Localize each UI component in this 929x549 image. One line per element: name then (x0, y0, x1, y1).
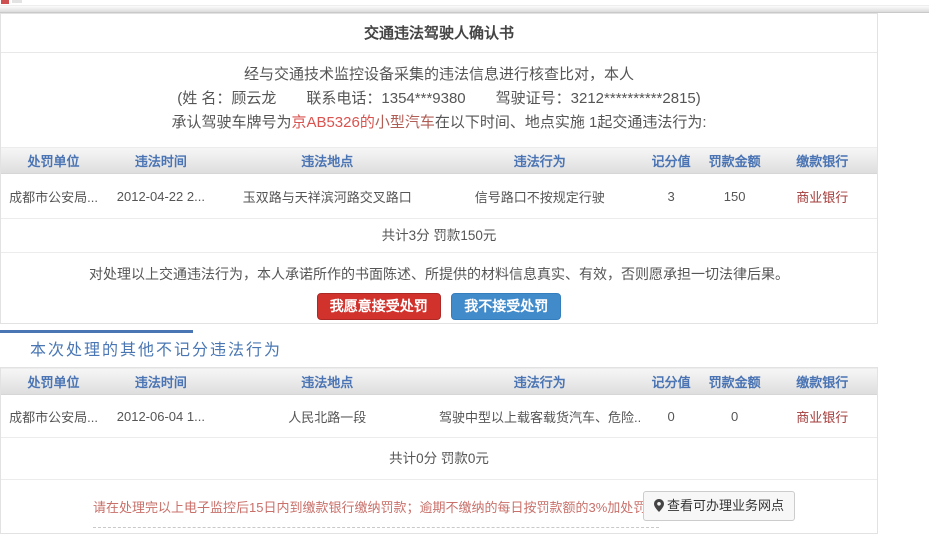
cell-behavior: 信号路口不按规定行驶 (439, 174, 640, 219)
intro-line-1: 经与交通技术监控设备采集的违法信息进行核查比对，本人 (1, 63, 877, 87)
browser-chrome-fragment-red (1, 0, 9, 4)
intro-block: 经与交通技术监控设备采集的违法信息进行核查比对，本人 (姓 名：顾云龙 联系电话… (1, 53, 877, 135)
cell-time: 2012-04-22 2... (106, 174, 216, 219)
payment-deadline-notice: 请在处理完以上电子监控后15日内到缴款银行缴纳罚款；逾期不缴纳的每日按罚款额的3… (93, 497, 659, 528)
vehicle-type: 小型汽车 (375, 114, 435, 131)
col-header-behavior: 违法行为 (439, 147, 640, 174)
view-branch-locations-button[interactable]: 查看可办理业务网点 (643, 491, 795, 521)
top-toolbar-edge (0, 5, 929, 13)
scored-violations-table: 处罚单位 违法时间 违法地点 违法行为 记分值 罚款金额 缴款银行 成都市公安局… (1, 147, 877, 219)
cell-bank: 商业银行 (767, 395, 877, 438)
cell-time: 2012-06-04 1... (106, 395, 216, 438)
branch-button-label: 查看可办理业务网点 (667, 498, 784, 513)
accept-penalty-button[interactable]: 我愿意接受处罚 (317, 293, 441, 320)
unscored-violations-table: 处罚单位 违法时间 违法地点 违法行为 记分值 罚款金额 缴款银行 成都市公安局… (1, 368, 877, 438)
col-header-points: 记分值 (640, 368, 701, 395)
col-header-unit: 处罚单位 (1, 147, 106, 174)
table-row: 成都市公安局... 2012-04-22 2... 玉双路与天祥滨河路交叉路口 … (1, 174, 877, 219)
confirm-line: 承认驾驶车牌号为京AB5326的小型汽车在以下时间、地点实施 1起交通违法行为: (1, 111, 877, 135)
reject-penalty-button[interactable]: 我不接受处罚 (451, 293, 561, 320)
plate-number: 京AB5326的 (291, 114, 374, 131)
cell-points: 0 (640, 395, 701, 438)
cell-fine: 150 (702, 174, 768, 219)
cell-unit: 成都市公安局... (1, 395, 106, 438)
table-header-row: 处罚单位 违法时间 违法地点 违法行为 记分值 罚款金额 缴款银行 (1, 147, 877, 174)
col-header-bank: 缴款银行 (767, 147, 877, 174)
page-title: 交通违法驾驶人确认书 (1, 14, 877, 53)
tab-other-unscored-violations[interactable]: 本次处理的其他不记分违法行为 (30, 336, 282, 360)
cell-location: 玉双路与天祥滨河路交叉路口 (216, 174, 439, 219)
cell-location: 人民北路一段 (216, 395, 439, 438)
driver-info-line: (姓 名：顾云龙 联系电话：1354***9380 驾驶证号：3212*****… (1, 87, 877, 111)
bank-link[interactable]: 商业银行 (796, 410, 848, 425)
cell-bank: 商业银行 (767, 174, 877, 219)
active-tab-indicator (0, 330, 193, 333)
table-header-row: 处罚单位 违法时间 违法地点 违法行为 记分值 罚款金额 缴款银行 (1, 368, 877, 395)
confirm-mid: 在以下时间、地点实施 (435, 114, 589, 131)
payment-notice-area: 请在处理完以上电子监控后15日内到缴款银行缴纳罚款；逾期不缴纳的每日按罚款额的3… (1, 480, 877, 534)
decision-buttons: 我愿意接受处罚 我不接受处罚 (1, 293, 877, 320)
confirm-suffix: 起交通违法行为: (597, 114, 706, 131)
legal-statement: 对处理以上交通违法行为，本人承诺所作的书面陈述、所提供的材料信息真实、有效，否则… (1, 264, 877, 284)
scored-summary: 共计3分 罚款150元 (1, 219, 877, 253)
unscored-violations-panel: 处罚单位 违法时间 违法地点 违法行为 记分值 罚款金额 缴款银行 成都市公安局… (0, 367, 878, 534)
map-pin-icon (654, 498, 667, 513)
col-header-fine: 罚款金额 (702, 368, 768, 395)
unscored-summary: 共计0分 罚款0元 (1, 438, 877, 480)
col-header-unit: 处罚单位 (1, 368, 106, 395)
cell-unit: 成都市公安局... (1, 174, 106, 219)
col-header-time: 违法时间 (106, 368, 216, 395)
cell-behavior: 驾驶中型以上载客载货汽车、危险... (439, 395, 640, 438)
browser-chrome-fragment-gray (12, 0, 22, 3)
col-header-location: 违法地点 (216, 368, 439, 395)
col-header-behavior: 违法行为 (439, 368, 640, 395)
cell-fine: 0 (702, 395, 768, 438)
col-header-time: 违法时间 (106, 147, 216, 174)
confirm-prefix: 承认驾驶车牌号为 (171, 114, 291, 131)
col-header-fine: 罚款金额 (702, 147, 768, 174)
cell-points: 3 (640, 174, 701, 219)
col-header-location: 违法地点 (216, 147, 439, 174)
confirmation-panel: 交通违法驾驶人确认书 经与交通技术监控设备采集的违法信息进行核查比对，本人 (姓… (0, 13, 878, 324)
bank-link[interactable]: 商业银行 (796, 190, 848, 205)
table-row: 成都市公安局... 2012-06-04 1... 人民北路一段 驾驶中型以上载… (1, 395, 877, 438)
col-header-points: 记分值 (640, 147, 701, 174)
col-header-bank: 缴款银行 (767, 368, 877, 395)
